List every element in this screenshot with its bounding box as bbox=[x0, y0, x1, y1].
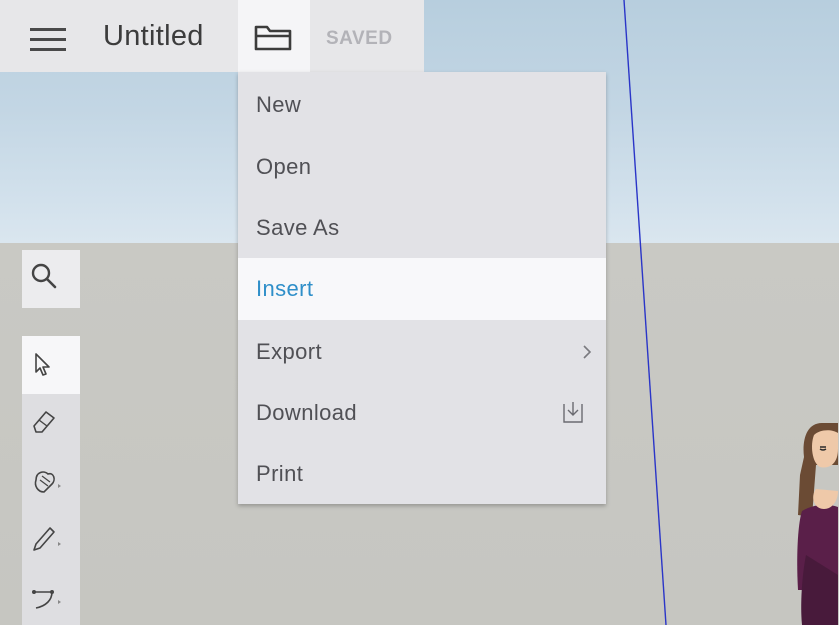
eraser-icon bbox=[33, 411, 55, 433]
pencil-icon bbox=[33, 527, 61, 551]
menu-item-export[interactable]: Export bbox=[238, 321, 606, 383]
menu-item-label: Save As bbox=[256, 215, 340, 240]
menu-item-insert[interactable]: Insert bbox=[238, 258, 606, 320]
arc-icon bbox=[32, 590, 61, 609]
file-dropdown-menu: New Open Save As Insert Export Download … bbox=[238, 72, 606, 504]
menu-item-label: New bbox=[256, 92, 302, 117]
paint-bucket-icon bbox=[34, 471, 61, 493]
arc-tool-button[interactable] bbox=[22, 568, 80, 626]
menu-item-label: Print bbox=[256, 461, 304, 486]
menu-item-new[interactable]: New bbox=[238, 74, 606, 136]
document-title[interactable]: Untitled bbox=[103, 20, 204, 53]
select-tool-button[interactable] bbox=[22, 336, 80, 394]
file-menu-button[interactable] bbox=[238, 0, 310, 72]
menu-item-label: Insert bbox=[256, 276, 314, 301]
title-bar: Untitled SAVED bbox=[0, 0, 424, 72]
select-arrow-icon bbox=[35, 353, 50, 376]
menu-item-label: Open bbox=[256, 154, 312, 179]
eraser-tool-button[interactable] bbox=[22, 394, 80, 452]
menu-item-open[interactable]: Open bbox=[238, 136, 606, 198]
save-status-badge: SAVED bbox=[326, 28, 393, 49]
tool-palette bbox=[22, 336, 80, 625]
menu-item-label: Download bbox=[256, 400, 358, 425]
hamburger-menu-icon[interactable] bbox=[30, 28, 66, 52]
menu-item-print[interactable]: Print bbox=[238, 443, 606, 505]
chevron-right-icon bbox=[583, 345, 592, 359]
download-icon bbox=[563, 402, 583, 423]
menu-item-save-as[interactable]: Save As bbox=[238, 197, 606, 259]
menu-item-download[interactable]: Download bbox=[238, 382, 606, 444]
person-figure-icon bbox=[797, 423, 838, 625]
paint-tool-button[interactable] bbox=[22, 452, 80, 510]
pencil-tool-button[interactable] bbox=[22, 510, 80, 568]
folder-icon bbox=[254, 25, 292, 51]
search-icon bbox=[31, 263, 57, 289]
search-tool-button[interactable] bbox=[22, 250, 80, 308]
menu-item-label: Export bbox=[256, 339, 322, 364]
